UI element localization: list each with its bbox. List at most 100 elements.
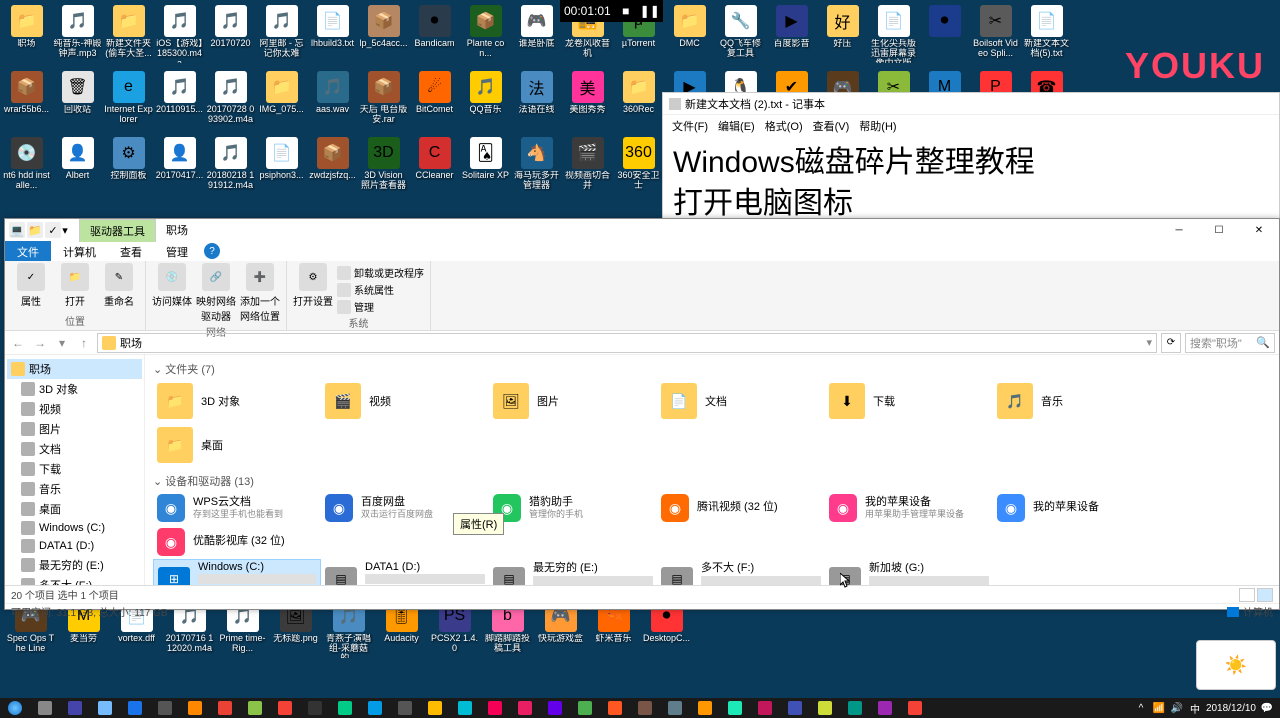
tray-clock[interactable]: 2018/12/10: [1206, 703, 1256, 714]
section-header-devices[interactable]: ⌄ 设备和驱动器 (13): [153, 471, 1271, 491]
tray-ime-icon[interactable]: 中: [1188, 701, 1202, 715]
desktop-icon[interactable]: 👤20170417...: [155, 134, 204, 196]
taskbar-app[interactable]: [540, 698, 570, 718]
desktop-icon[interactable]: 🎵20170720: [206, 2, 255, 64]
desktop-icon[interactable]: 360360安全卫士: [614, 134, 663, 196]
desktop-icon[interactable]: 📦Plante con...: [461, 2, 510, 64]
desktop-icon[interactable]: 📁新建文件夹(偷车大圣...: [104, 2, 153, 64]
desktop-widget[interactable]: ☀️: [1196, 640, 1276, 690]
taskbar-app[interactable]: [600, 698, 630, 718]
taskbar-app[interactable]: [150, 698, 180, 718]
taskbar-app[interactable]: [360, 698, 390, 718]
context-tab-drive-tools[interactable]: 驱动器工具: [79, 219, 156, 242]
refresh-button[interactable]: ⟳: [1161, 333, 1181, 353]
taskbar-app[interactable]: [90, 698, 120, 718]
desktop-icon[interactable]: ☄BitComet: [410, 68, 459, 130]
close-button[interactable]: ✕: [1239, 219, 1279, 241]
recorder-pause-button[interactable]: ❚❚: [641, 2, 659, 20]
drive-item[interactable]: ▤新加坡 (G:)35.1 GB 可用，共 145 GB: [825, 559, 993, 585]
view-icons-button[interactable]: [1257, 588, 1273, 602]
ribbon-rename-button[interactable]: ✎重命名: [99, 263, 139, 308]
folder-item[interactable]: 📁3D 对象: [153, 379, 321, 423]
taskbar-app[interactable]: [300, 698, 330, 718]
ribbon-properties-button[interactable]: ✓属性: [11, 263, 51, 308]
notepad-titlebar[interactable]: 新建文本文档 (2).txt - 记事本: [663, 93, 1279, 115]
tree-item[interactable]: 图片: [7, 419, 142, 439]
ribbon-add-location-button[interactable]: ➕添加一个网络位置: [240, 263, 280, 323]
desktop-icon[interactable]: 🐴海马玩多开管理器: [512, 134, 561, 196]
tree-item[interactable]: 音乐: [7, 479, 142, 499]
tray-notifications-icon[interactable]: 💬: [1260, 701, 1274, 715]
menu-edit[interactable]: 编辑(E): [715, 117, 758, 135]
taskbar-app[interactable]: [630, 698, 660, 718]
start-button[interactable]: [0, 698, 30, 718]
breadcrumb-segment[interactable]: 职场: [120, 335, 142, 351]
desktop-icon[interactable]: 📄生化尖兵版迅雷屏幕录像中文版: [869, 2, 918, 64]
nav-forward-button[interactable]: →: [31, 334, 49, 352]
taskbar-app[interactable]: [420, 698, 450, 718]
ribbon-media-button[interactable]: 💿访问媒体: [152, 263, 192, 308]
taskbar-app[interactable]: [210, 698, 240, 718]
drive-item[interactable]: ▤DATA1 (D:)54.9 GB 可用，共 126 GB: [321, 559, 489, 585]
desktop-icon[interactable]: ⚙控制面板: [104, 134, 153, 196]
desktop-icon[interactable]: ▶百度影音: [767, 2, 816, 64]
tree-item[interactable]: 文档: [7, 439, 142, 459]
desktop-icon[interactable]: 💿nt6 hdd installe...: [2, 134, 51, 196]
desktop-icon[interactable]: 📄新建文本文档(5).txt: [1022, 2, 1071, 64]
tree-item[interactable]: 最无穷的 (E:): [7, 555, 142, 575]
desktop-icon[interactable]: ⏺: [920, 2, 969, 64]
drive-item[interactable]: ▤最无穷的 (E:)77.9 GB 可用，共 260 GB: [489, 559, 657, 585]
desktop-icon[interactable]: 🎵aas.wav: [308, 68, 357, 130]
app-item[interactable]: ◉WPS云文档存到这里手机也能看到: [153, 491, 321, 525]
tray-volume-icon[interactable]: 🔊: [1170, 701, 1184, 715]
ribbon-sysprops-button[interactable]: 系统属性: [337, 282, 424, 297]
desktop-icon[interactable]: 好好压: [818, 2, 867, 64]
desktop-icon[interactable]: 👤Albert: [53, 134, 102, 196]
section-header-folders[interactable]: ⌄ 文件夹 (7): [153, 359, 1271, 379]
desktop-icon[interactable]: 📁360Rec: [614, 68, 663, 130]
desktop-icon[interactable]: CCCleaner: [410, 134, 459, 196]
taskbar-app[interactable]: [390, 698, 420, 718]
desktop-icon[interactable]: 3D3D Vision 照片查看器: [359, 134, 408, 196]
desktop-icon[interactable]: 法法语在线: [512, 68, 561, 130]
app-item[interactable]: ◉腾讯视频 (32 位): [657, 491, 825, 525]
desktop-icon[interactable]: 🗑回收站: [53, 68, 102, 130]
app-item[interactable]: ◉我的苹果设备: [993, 491, 1161, 525]
taskbar-app[interactable]: [330, 698, 360, 718]
breadcrumb[interactable]: 职场 ▾: [97, 333, 1157, 353]
drive-item[interactable]: ⊞Windows (C:)31.1 GB 可用，共 117 GB: [153, 559, 321, 585]
ribbon-tab-view[interactable]: 查看: [108, 241, 154, 261]
qat-item[interactable]: 📁: [27, 222, 43, 238]
ribbon-manage-button[interactable]: 管理: [337, 299, 424, 314]
taskbar-app[interactable]: [840, 698, 870, 718]
taskbar-app[interactable]: [690, 698, 720, 718]
nav-history-button[interactable]: ▾: [53, 334, 71, 352]
tray-network-icon[interactable]: 📶: [1152, 701, 1166, 715]
taskbar-app[interactable]: [780, 698, 810, 718]
search-input[interactable]: 搜索"职场" 🔍: [1185, 333, 1275, 353]
menu-format[interactable]: 格式(O): [762, 117, 806, 135]
tree-item[interactable]: 多不大 (F:): [7, 575, 142, 585]
menu-view[interactable]: 查看(V): [810, 117, 853, 135]
drive-item[interactable]: ▤多不大 (F:)51.8 GB 可用，共 121 GB: [657, 559, 825, 585]
tree-item[interactable]: DATA1 (D:): [7, 537, 142, 555]
desktop-icon[interactable]: ✂Boilsoft Video Spli...: [971, 2, 1020, 64]
folder-item[interactable]: 🖼图片: [489, 379, 657, 423]
taskbar-app[interactable]: [900, 698, 930, 718]
view-details-button[interactable]: [1239, 588, 1255, 602]
desktop-icon[interactable]: 🎵20180218 191912.m4a: [206, 134, 255, 196]
taskbar-app[interactable]: [570, 698, 600, 718]
qat-item[interactable]: ✓: [45, 222, 61, 238]
desktop-icon[interactable]: 📄psiphon3...: [257, 134, 306, 196]
tree-item[interactable]: 下载: [7, 459, 142, 479]
folder-item[interactable]: 📁桌面: [153, 423, 321, 467]
app-item[interactable]: ◉猎豹助手管理你的手机: [489, 491, 657, 525]
taskbar-app[interactable]: [450, 698, 480, 718]
taskbar-app[interactable]: [480, 698, 510, 718]
taskbar-app[interactable]: [750, 698, 780, 718]
desktop-icon[interactable]: 📦wrar55b6...: [2, 68, 51, 130]
desktop-icon[interactable]: 美美图秀秀: [563, 68, 612, 130]
desktop-icon[interactable]: 🎵20170728 093902.m4a: [206, 68, 255, 130]
taskbar-app[interactable]: [660, 698, 690, 718]
nav-up-button[interactable]: ↑: [75, 334, 93, 352]
